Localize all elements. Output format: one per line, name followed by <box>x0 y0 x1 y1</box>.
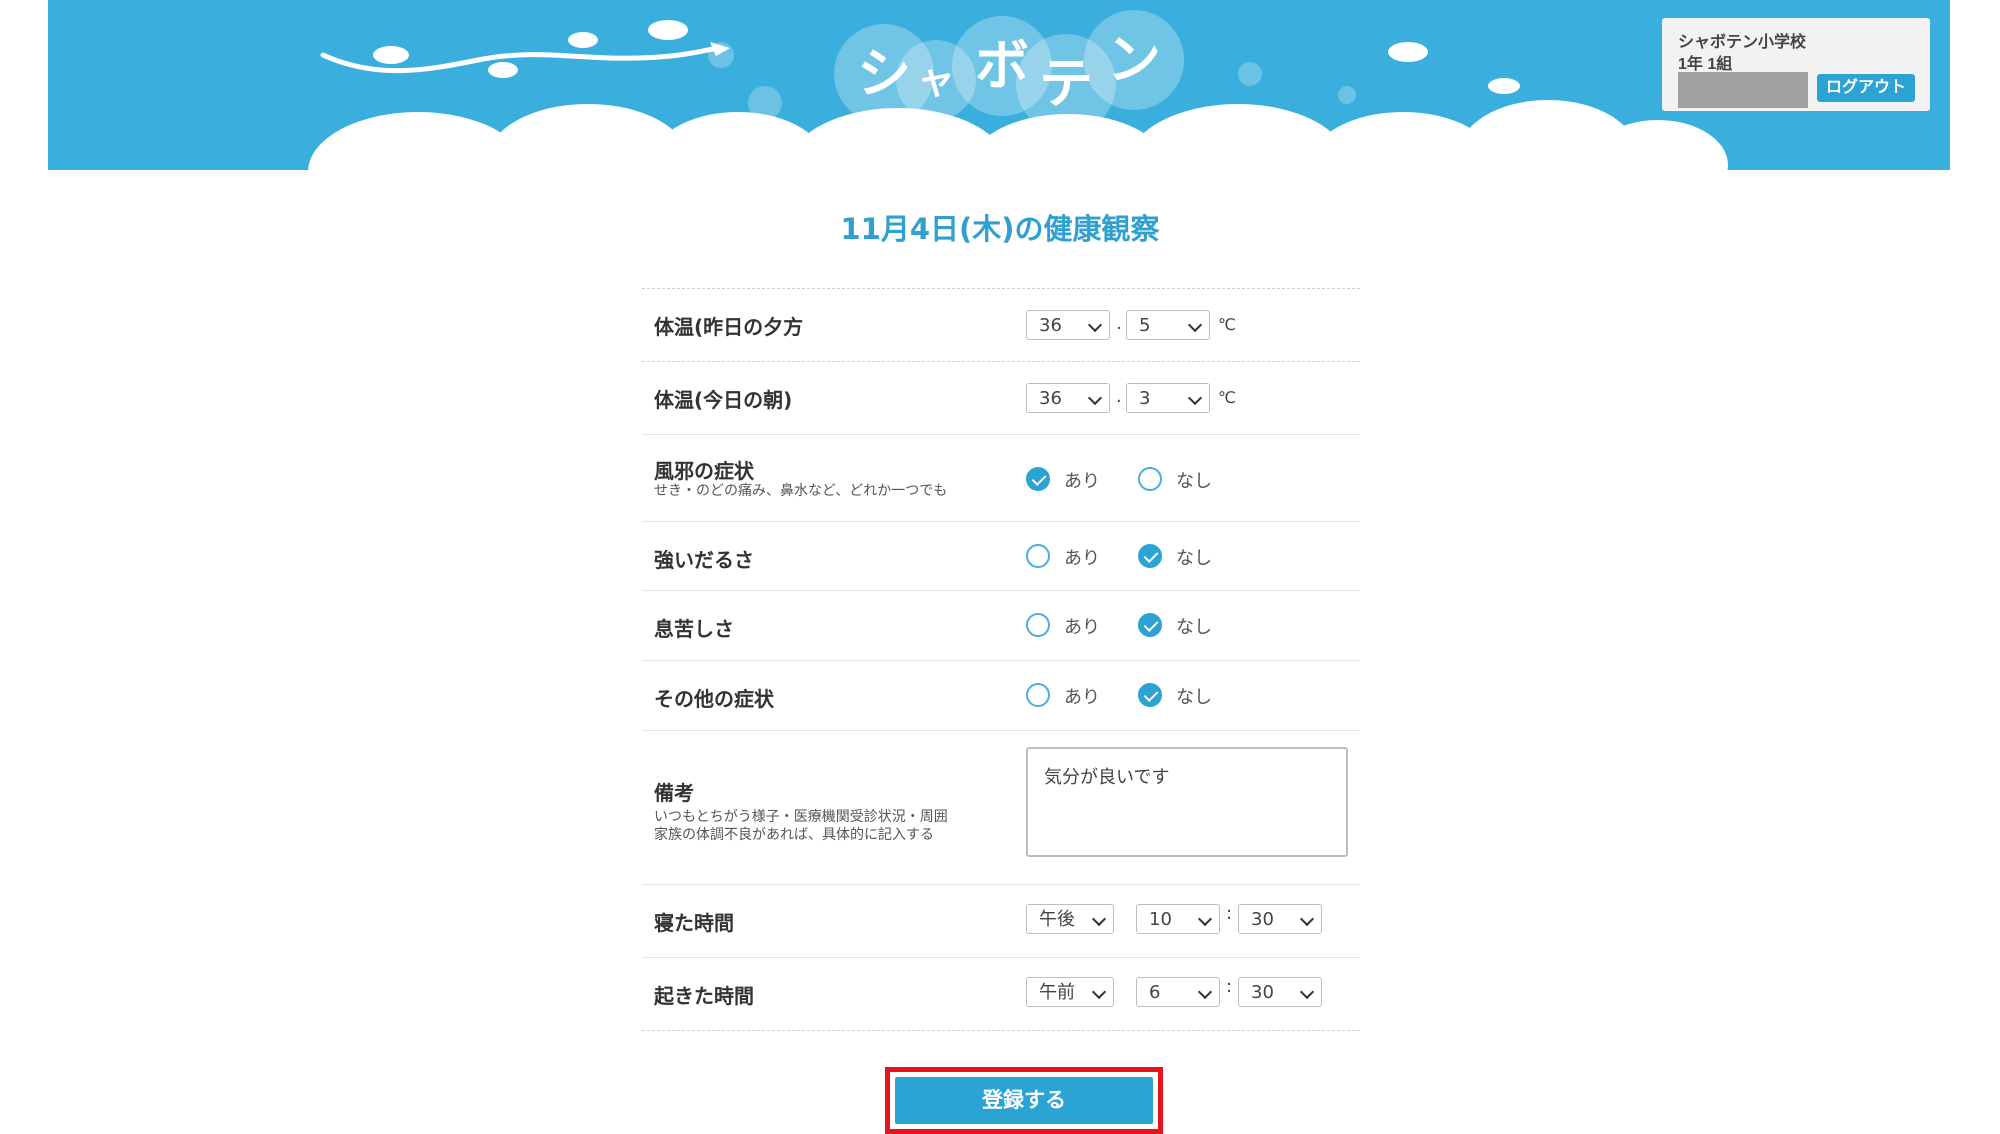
notes-label: 備考 <box>654 781 694 805</box>
breath-no-label: なし <box>1176 617 1212 638</box>
other-no-label: なし <box>1176 687 1212 708</box>
chevron-down-icon <box>1087 390 1103 406</box>
chevron-down-icon <box>1299 984 1315 1000</box>
breath-yes-radio[interactable] <box>1026 613 1050 637</box>
airplane-trail-icon <box>320 42 730 74</box>
cold-sublabel: せき・のどの痛み、鼻水など、どれか一つでも <box>654 483 948 499</box>
submit-highlight-frame: 登録する <box>885 1067 1163 1134</box>
sleep-label: 寝た時間 <box>654 911 734 935</box>
sky-cloud <box>1388 42 1428 62</box>
select-value: 10 <box>1149 909 1172 930</box>
sky-cloud <box>1488 78 1520 94</box>
school-name: シャボテン小学校 <box>1678 34 1807 51</box>
select-value: 午後 <box>1039 909 1075 930</box>
select-value: 午前 <box>1039 982 1075 1003</box>
select-value: 30 <box>1251 982 1274 1003</box>
breath-yes-label: あり <box>1064 617 1100 638</box>
wake-hour-select[interactable]: 6 <box>1136 977 1220 1007</box>
user-name-redacted <box>1678 72 1808 108</box>
row-breathing: 息苦しさ あり なし <box>642 591 1360 661</box>
row-sleep-time: 寝た時間 午後 10 : 30 <box>642 885 1360 958</box>
breath-label: 息苦しさ <box>654 617 734 641</box>
chevron-down-icon <box>1087 317 1103 333</box>
unit-label: ℃ <box>1218 388 1236 407</box>
fatigue-no-radio[interactable] <box>1138 544 1162 568</box>
row-wake-time: 起きた時間 午前 6 : 30 <box>642 958 1360 1031</box>
decimal-point: . <box>1116 313 1122 334</box>
select-value: 6 <box>1149 982 1161 1003</box>
other-yes-label: あり <box>1064 687 1100 708</box>
cold-yes-radio[interactable] <box>1026 467 1050 491</box>
select-value: 3 <box>1139 388 1151 409</box>
temp-evening-whole-select[interactable]: 36 <box>1026 310 1110 340</box>
chevron-down-icon <box>1299 911 1315 927</box>
other-no-radio[interactable] <box>1138 683 1162 707</box>
fatigue-label: 強いだるさ <box>654 548 754 572</box>
temp-evening-label: 体温(昨日の夕方 <box>654 315 804 339</box>
wake-label: 起きた時間 <box>654 984 754 1008</box>
fatigue-no-label: なし <box>1176 548 1212 569</box>
temp-evening-decimal-select[interactable]: 5 <box>1126 310 1210 340</box>
chevron-down-icon <box>1197 911 1213 927</box>
temp-morning-whole-select[interactable]: 36 <box>1026 383 1110 413</box>
select-value: 36 <box>1039 388 1062 409</box>
sleep-hour-select[interactable]: 10 <box>1136 904 1220 934</box>
fatigue-yes-label: あり <box>1064 548 1100 569</box>
breath-no-radio[interactable] <box>1138 613 1162 637</box>
sleep-ampm-select[interactable]: 午後 <box>1026 904 1114 934</box>
select-value: 30 <box>1251 909 1274 930</box>
cold-no-radio[interactable] <box>1138 467 1162 491</box>
row-fatigue: 強いだるさ あり なし <box>642 522 1360 591</box>
row-temp-morning: 体温(今日の朝) 36 . 3 ℃ <box>642 362 1360 435</box>
chevron-down-icon <box>1091 984 1107 1000</box>
account-panel: シャボテン小学校 1年 1組 ログアウト <box>1662 18 1930 111</box>
chevron-down-icon <box>1091 911 1107 927</box>
class-name: 1年 1組 <box>1678 56 1733 73</box>
temp-morning-decimal-select[interactable]: 3 <box>1126 383 1210 413</box>
row-cold-symptoms: 風邪の症状 せき・のどの痛み、鼻水など、どれか一つでも あり なし <box>642 435 1360 522</box>
unit-label: ℃ <box>1218 315 1236 334</box>
sleep-minute-select[interactable]: 30 <box>1238 904 1322 934</box>
fatigue-yes-radio[interactable] <box>1026 544 1050 568</box>
logo-char: ン <box>1084 10 1184 110</box>
page-title: 11月4日(木)の健康観察 <box>840 212 1160 246</box>
submit-button[interactable]: 登録する <box>895 1077 1153 1124</box>
bubble-decoration <box>1338 86 1356 104</box>
header-banner: シ ャ ボ テ ン シャボテン小学校 1年 1組 ログアウト <box>48 0 1950 170</box>
wake-ampm-select[interactable]: 午前 <box>1026 977 1114 1007</box>
row-temp-evening: 体温(昨日の夕方 36 . 5 ℃ <box>642 289 1360 362</box>
notes-sublabel-1: いつもとちがう様子・医療機関受診状況・周囲 <box>654 809 948 825</box>
chevron-down-icon <box>1197 984 1213 1000</box>
logout-button[interactable]: ログアウト <box>1817 74 1915 102</box>
cold-no-label: なし <box>1176 471 1212 492</box>
time-colon: : <box>1226 976 1233 997</box>
row-notes: 備考 いつもとちがう様子・医療機関受診状況・周囲 家族の体調不良があれば、具体的… <box>642 731 1360 885</box>
bubble-decoration <box>1238 62 1262 86</box>
chevron-down-icon <box>1187 390 1203 406</box>
other-yes-radio[interactable] <box>1026 683 1050 707</box>
other-label: その他の症状 <box>654 687 774 711</box>
select-value: 5 <box>1139 315 1151 336</box>
decimal-point: . <box>1116 386 1122 407</box>
notes-sublabel-2: 家族の体調不良があれば、具体的に記入する <box>654 827 934 843</box>
notes-textarea[interactable]: 気分が良いです <box>1026 747 1348 857</box>
health-form: 体温(昨日の夕方 36 . 5 ℃ 体温(今日の朝) 36 . 3 ℃ 風邪の症… <box>642 288 1360 1031</box>
cold-yes-label: あり <box>1064 471 1100 492</box>
chevron-down-icon <box>1187 317 1203 333</box>
cold-label: 風邪の症状 <box>654 459 754 483</box>
time-colon: : <box>1226 903 1233 924</box>
temp-morning-label: 体温(今日の朝) <box>654 388 793 412</box>
row-other-symptoms: その他の症状 あり なし <box>642 661 1360 731</box>
wake-minute-select[interactable]: 30 <box>1238 977 1322 1007</box>
select-value: 36 <box>1039 315 1062 336</box>
